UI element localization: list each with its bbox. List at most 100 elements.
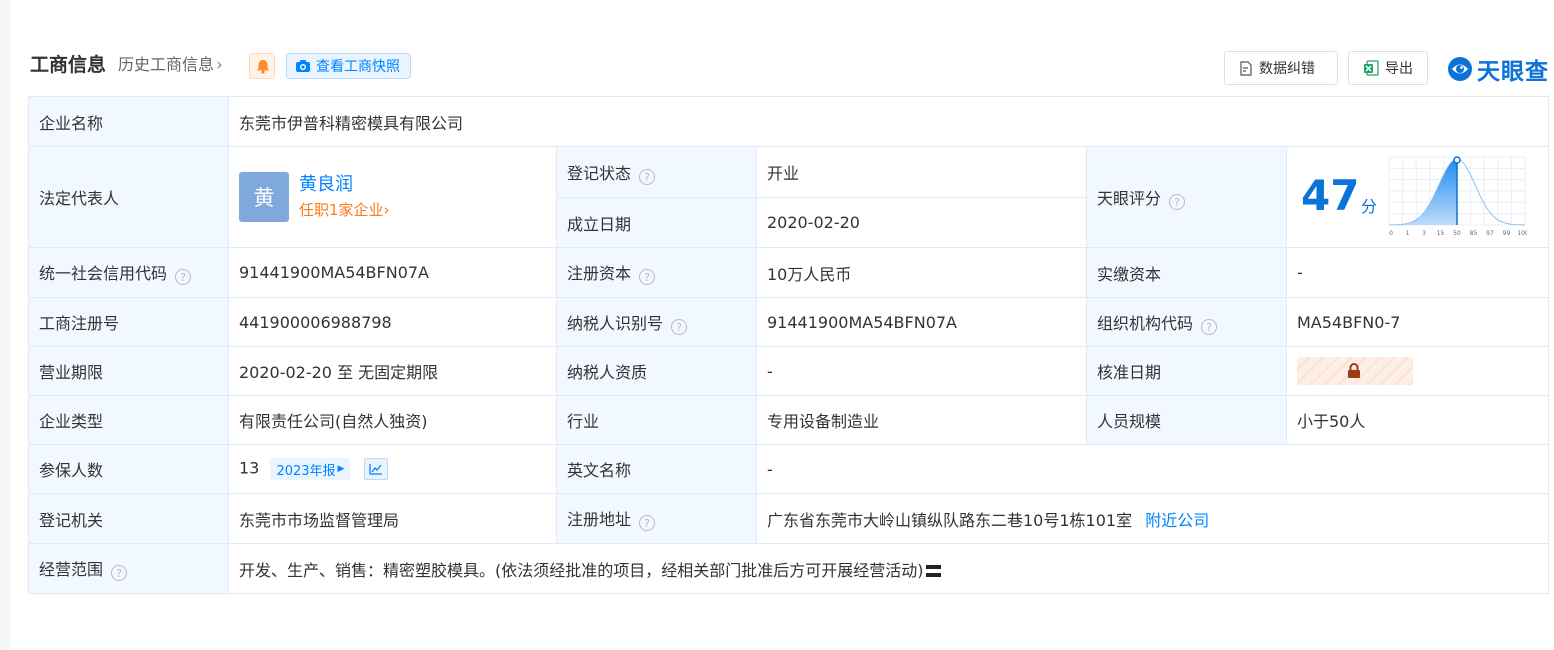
annual-report-tag[interactable]: 2023年报 ▶ xyxy=(270,458,351,480)
label-reg-authority: 登记机关 xyxy=(28,493,229,544)
x-tick-label: 1 xyxy=(1406,230,1410,237)
label-reg-capital: 注册资本? xyxy=(556,247,757,298)
avatar[interactable]: 黄 xyxy=(239,172,289,222)
value-taxpayer-id: 91441900MA54BFN07A xyxy=(756,297,1087,347)
label-est-date: 成立日期 xyxy=(556,197,757,248)
label-insured: 参保人数 xyxy=(28,444,229,494)
value-reg-address: 广东省东莞市大岭山镇纵队路东二巷10号1栋101室 附近公司 xyxy=(755,493,1550,544)
question-circle-icon[interactable]: ? xyxy=(639,515,656,531)
label-org-code: 组织机构代码? xyxy=(1086,297,1287,347)
export-button-label: 导出 xyxy=(1385,61,1413,77)
label-approval-date: 核准日期 xyxy=(1086,346,1287,396)
label-industry: 行业 xyxy=(556,395,757,445)
lock-icon xyxy=(1348,363,1360,378)
value-reg-authority: 东莞市市场监督管理局 xyxy=(228,493,557,544)
excel-icon xyxy=(1364,60,1379,76)
status-badge: 开业 xyxy=(756,146,1087,198)
label-reg-address: 注册地址? xyxy=(556,493,757,544)
table-row: 登记机关 东莞市市场监督管理局 注册地址? 广东省东莞市大岭山镇纵队路东二巷10… xyxy=(28,493,1550,544)
view-snapshot-button[interactable]: 查看工商快照 xyxy=(286,53,411,79)
x-tick-label: 50 xyxy=(1453,230,1461,237)
question-circle-icon[interactable]: ? xyxy=(175,269,192,285)
nearby-companies-link[interactable]: 附近公司 xyxy=(1145,511,1209,530)
value-biz-term: 2020-02-20 至 无固定期限 xyxy=(228,346,557,396)
value-company-name: 东莞市伊普科精密模具有限公司 xyxy=(227,96,1550,147)
value-org-code: MA54BFN0-7 xyxy=(1285,297,1550,347)
table-row: 统一社会信用代码? 91441900MA54BFN07A 注册资本? 10万人民… xyxy=(28,247,1550,298)
x-tick-label: 97 xyxy=(1486,230,1494,237)
label-staff-size: 人员规模 xyxy=(1086,395,1287,445)
snapshot-button-label: 查看工商快照 xyxy=(316,59,400,75)
label-biz-scope: 经营范围? xyxy=(28,543,229,594)
table-row: 企业名称 东莞市伊普科精密模具有限公司 xyxy=(28,96,1550,147)
data-correction-button[interactable]: 数据纠错 xyxy=(1224,51,1338,85)
label-company-type: 企业类型 xyxy=(28,395,229,445)
legal-rep-roles-link[interactable]: 任职1家企业› xyxy=(299,198,390,222)
trend-chart-icon xyxy=(368,464,382,475)
business-info-table: 企业名称 东莞市伊普科精密模具有限公司 法定代表人 黄 黄良润 任职1家企业› … xyxy=(28,96,1550,594)
reg-address-text: 广东省东莞市大岭山镇纵队路东二巷10号1栋101室 xyxy=(767,510,1133,530)
trend-chart-button[interactable] xyxy=(363,458,388,480)
value-english-name: - xyxy=(755,444,1550,494)
question-circle-icon[interactable]: ? xyxy=(111,565,128,581)
label-paid-capital: 实缴资本 xyxy=(1086,247,1287,298)
label-legal-rep: 法定代表人 xyxy=(28,146,229,248)
label-company-name: 企业名称 xyxy=(28,96,229,147)
chevron-right-icon: › xyxy=(216,55,223,75)
label-tianyan-score: 天眼评分? xyxy=(1086,146,1287,248)
label-reg-number: 工商注册号 xyxy=(28,297,229,347)
x-tick-label: 85 xyxy=(1470,230,1478,237)
value-staff-size: 小于50人 xyxy=(1285,395,1550,445)
value-reg-number: 441900006988798 xyxy=(228,297,557,347)
section-title: 工商信息 xyxy=(30,54,107,76)
table-row: 营业期限 2020-02-20 至 无固定期限 纳税人资质 - 核准日期 xyxy=(28,346,1550,396)
score-distribution-chart: 0 1 3 15 50 85 97 99 100 xyxy=(1388,156,1527,237)
insured-count: 13 xyxy=(239,458,260,478)
x-tick-label: 100 xyxy=(1517,230,1527,237)
business-info-panel: 工商信息 历史工商信息 › 查看工商快照 数据纠错 导出 天眼查 企业名称 东莞… xyxy=(10,0,1554,650)
label-reg-status: 登记状态? xyxy=(556,146,757,198)
document-edit-icon xyxy=(1240,60,1252,76)
value-paid-capital: - xyxy=(1285,247,1550,298)
label-credit-code: 统一社会信用代码? xyxy=(28,247,229,298)
history-business-info-link[interactable]: 历史工商信息 › xyxy=(118,52,223,78)
label-taxpayer-id: 纳税人识别号? xyxy=(556,297,757,347)
bell-button[interactable] xyxy=(249,53,275,79)
label-biz-term: 营业期限 xyxy=(28,346,229,396)
value-tianyan-score[interactable]: 47 分 0 1 3 15 50 85 97 99 100 xyxy=(1285,146,1550,248)
score-unit: 分 xyxy=(1361,197,1378,216)
label-taxpayer-qual: 纳税人资质 xyxy=(556,346,757,396)
brand-name: 天眼查 xyxy=(1477,59,1549,85)
value-approval-date xyxy=(1285,346,1550,396)
score-marker-dot xyxy=(1453,156,1461,164)
question-circle-icon[interactable]: ? xyxy=(1169,193,1186,210)
expand-icon[interactable] xyxy=(925,564,941,577)
question-circle-icon[interactable]: ? xyxy=(639,168,656,185)
question-circle-icon[interactable]: ? xyxy=(671,318,688,335)
table-row: 企业类型 有限责任公司(自然人独资) 行业 专用设备制造业 人员规模 小于50人 xyxy=(28,395,1550,445)
value-insured: 13 2023年报 ▶ xyxy=(228,444,557,494)
value-credit-code: 91441900MA54BFN07A xyxy=(228,247,557,298)
legal-rep-name-link[interactable]: 黄良润 xyxy=(299,172,390,198)
value-reg-capital: 10万人民币 xyxy=(756,247,1087,298)
value-est-date: 2020-02-20 xyxy=(756,197,1087,248)
value-biz-scope: 开发、生产、销售：精密塑胶模具。(依法须经批准的项目，经相关部门批准后方可开展经… xyxy=(227,543,1550,594)
question-circle-icon[interactable]: ? xyxy=(1201,318,1218,335)
x-tick-label: 15 xyxy=(1437,230,1445,237)
locked-value[interactable] xyxy=(1297,357,1413,385)
table-row: 工商注册号 441900006988798 纳税人识别号? 91441900MA… xyxy=(28,297,1550,347)
correction-button-label: 数据纠错 xyxy=(1259,61,1315,77)
x-tick-label: 99 xyxy=(1503,230,1511,237)
tianyancha-logo: 天眼查 xyxy=(1447,52,1549,86)
label-english-name: 英文名称 xyxy=(556,444,757,494)
question-circle-icon[interactable]: ? xyxy=(639,269,656,285)
export-button[interactable]: 导出 xyxy=(1348,51,1428,85)
value-legal-rep: 黄 黄良润 任职1家企业› xyxy=(228,146,557,248)
score-number: 47 xyxy=(1301,171,1360,220)
bell-icon xyxy=(257,60,269,74)
value-industry: 专用设备制造业 xyxy=(756,395,1087,445)
table-row: 参保人数 13 2023年报 ▶ 英文名称 - xyxy=(28,444,1550,494)
camera-icon xyxy=(296,60,310,72)
biz-scope-text: 开发、生产、销售：精密塑胶模具。(依法须经批准的项目，经相关部门批准后方可开展经… xyxy=(239,560,924,580)
value-company-type: 有限责任公司(自然人独资) xyxy=(228,395,557,445)
